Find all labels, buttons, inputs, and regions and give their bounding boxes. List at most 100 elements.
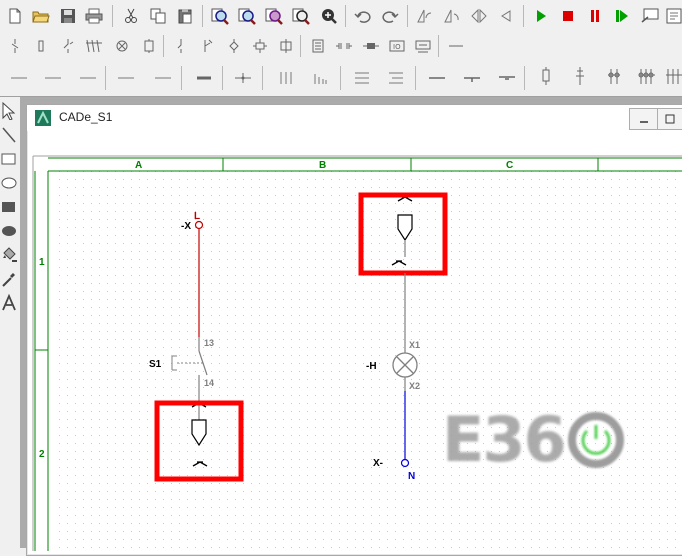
terminal-l[interactable] (194, 220, 204, 230)
zoom-fit-icon[interactable] (264, 6, 284, 26)
pause-simulation-icon[interactable] (585, 6, 605, 26)
undo-icon[interactable] (353, 6, 373, 26)
terminal-n[interactable] (400, 458, 410, 468)
row-label-2: 2 (39, 449, 45, 460)
filled-rectangle-tool-icon[interactable] (0, 197, 18, 217)
diode-icon[interactable] (224, 36, 244, 56)
connector-icon[interactable]: IO (387, 36, 407, 56)
list-align-icon[interactable] (351, 68, 373, 88)
multi-pot-2-icon[interactable] (637, 66, 659, 86)
text-tool-icon[interactable] (0, 293, 18, 313)
zoom-window-icon[interactable] (291, 6, 311, 26)
minimize-button[interactable] (629, 108, 659, 130)
transistor-icon[interactable] (334, 36, 354, 56)
open-folder-icon[interactable] (31, 6, 51, 26)
column-label-b: B (319, 160, 326, 171)
main-toolbar (0, 0, 682, 33)
toolbar-separator (524, 66, 525, 90)
terminal-icon[interactable] (171, 36, 191, 56)
zoom-out-icon[interactable] (237, 6, 257, 26)
multi-pot-3-icon[interactable] (664, 66, 682, 86)
copy-icon[interactable] (148, 6, 168, 26)
run-simulation-icon[interactable] (531, 6, 551, 26)
flip-icon[interactable] (496, 6, 516, 26)
contact-nc-icon[interactable] (31, 36, 51, 56)
zoom-in-icon[interactable] (210, 6, 230, 26)
pot-horizontal-icon[interactable] (569, 66, 591, 86)
step-simulation-icon[interactable] (612, 6, 632, 26)
multi-pot-icon[interactable] (604, 66, 626, 86)
line-medium-icon[interactable] (42, 68, 64, 88)
zoom-pan-icon[interactable] (318, 6, 338, 26)
toolbar-separator (438, 35, 439, 57)
save-icon[interactable] (58, 6, 78, 26)
switch-icon[interactable] (58, 36, 78, 56)
fill-bucket-tool-icon[interactable] (0, 245, 18, 265)
cad-document-window[interactable]: CADe_S1 A B C 1 2 -X L S1 13 14 -H X1 X2… (26, 104, 682, 556)
multi-contact-icon[interactable] (84, 36, 104, 56)
paste-icon[interactable] (175, 6, 195, 26)
terminal-n-pin-label: N (408, 471, 415, 482)
relay-icon[interactable] (139, 36, 159, 56)
toolbar-separator (105, 66, 106, 90)
window-title: CADe_S1 (59, 110, 113, 124)
drawing-toolbar (0, 97, 20, 548)
three-parallel-icon[interactable] (275, 68, 297, 88)
list-indent-icon[interactable] (385, 68, 407, 88)
toolbar-separator (202, 5, 203, 27)
line-thick-icon[interactable] (77, 68, 99, 88)
terminal-n-device-label: X- (373, 458, 383, 469)
rotate-left-icon[interactable] (415, 6, 435, 26)
toolbar-separator (407, 5, 408, 27)
schematic-canvas[interactable]: A B C 1 2 -X L S1 13 14 -H X1 X2 X- N (27, 131, 682, 551)
help-icon[interactable] (664, 6, 682, 26)
print-icon[interactable] (84, 6, 104, 26)
switch-pin-13: 13 (204, 338, 214, 348)
maximize-button[interactable] (657, 108, 682, 130)
filled-ellipse-tool-icon[interactable] (0, 221, 18, 241)
stop-simulation-icon[interactable] (558, 6, 578, 26)
cut-icon[interactable] (121, 6, 141, 26)
cross-icon[interactable] (232, 68, 254, 88)
window-titlebar[interactable]: CADe_S1 (27, 105, 682, 131)
line-mark-icon[interactable] (461, 68, 483, 88)
app-icon (35, 110, 51, 126)
rectangle-tool-icon[interactable] (0, 149, 18, 169)
switch-pin-14: 14 (204, 378, 214, 388)
new-document-icon[interactable] (5, 6, 25, 26)
toolbar-separator (222, 66, 223, 90)
resistor-icon[interactable] (308, 36, 328, 56)
ground-icon[interactable] (361, 36, 381, 56)
bars-icon[interactable] (309, 68, 331, 88)
horizontal-line-icon[interactable] (426, 68, 448, 88)
toolbar-separator (300, 35, 301, 57)
logo-text: E36 (442, 403, 567, 476)
redo-icon[interactable] (380, 6, 400, 26)
coil-icon[interactable] (112, 36, 132, 56)
column-label-c: C (506, 160, 513, 171)
select-arrow-icon[interactable] (0, 101, 18, 121)
contact-no-icon[interactable] (5, 36, 25, 56)
pot-vertical-icon[interactable] (535, 66, 557, 86)
line-tool-icon[interactable] (0, 125, 18, 145)
cable-icon[interactable] (413, 36, 433, 56)
bus-bold-icon[interactable] (152, 68, 174, 88)
box-icon[interactable] (276, 36, 296, 56)
toolbar-separator (112, 5, 113, 27)
eyedropper-tool-icon[interactable] (0, 269, 18, 289)
bus-icon[interactable] (115, 68, 137, 88)
line-toolbar (0, 60, 682, 97)
fuse-icon[interactable] (197, 36, 217, 56)
wire-break-icon[interactable] (446, 36, 466, 56)
ellipse-tool-icon[interactable] (0, 173, 18, 193)
line-tee-icon[interactable] (496, 68, 518, 88)
lamp-h[interactable] (392, 352, 418, 378)
mirror-icon[interactable] (469, 6, 489, 26)
wire-bold-icon[interactable] (193, 68, 215, 88)
junction-icon[interactable] (250, 36, 270, 56)
line-thin-icon[interactable] (8, 68, 30, 88)
rotate-right-icon[interactable] (442, 6, 462, 26)
lamp-device-label: -H (366, 361, 377, 372)
window-list-icon[interactable] (640, 6, 660, 26)
toolbar-separator (523, 5, 524, 27)
